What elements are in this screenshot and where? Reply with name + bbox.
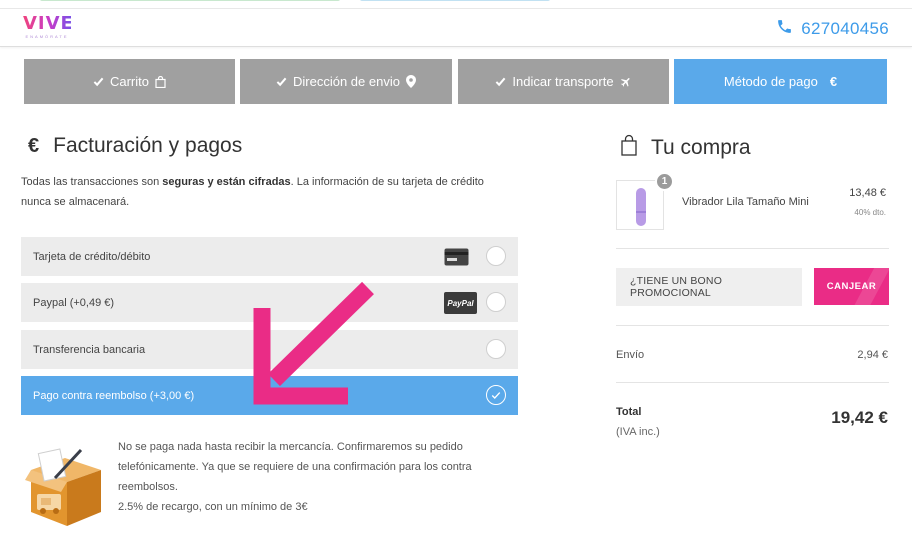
divider	[616, 325, 889, 326]
option-label: Tarjeta de crédito/débito	[33, 250, 151, 263]
intro-bold-text: seguras y están cifradas	[162, 176, 291, 188]
divider	[616, 248, 889, 249]
euro-icon: €	[28, 134, 40, 157]
site-logo[interactable]: VIVE ENAMÓRATE	[23, 13, 74, 43]
product-discount: 40% dto.	[854, 208, 886, 217]
site-header: VIVE ENAMÓRATE 627040456	[0, 9, 912, 47]
shopping-bag-icon	[155, 75, 166, 88]
step-label: Método de pago	[723, 74, 818, 89]
check-icon	[495, 76, 506, 87]
quantity-badge: 1	[655, 172, 674, 191]
total-value: 19,42 €	[831, 408, 888, 427]
product-name[interactable]: Vibrador Lila Tamaño Mini	[682, 196, 809, 208]
total-tax-note: (IVA inc.)	[616, 426, 660, 438]
promo-code-input[interactable]: ¿TIENE UN BONO PROMOCIONAL	[616, 268, 802, 306]
option-label: Transferencia bancaria	[33, 343, 146, 356]
option-label: Paypal (+0,49 €)	[33, 296, 115, 309]
step-label: Carrito	[109, 74, 149, 89]
shipping-label: Envío	[616, 349, 645, 361]
check-circle-icon[interactable]	[486, 385, 506, 405]
logo-subtitle: ENAMÓRATE	[25, 34, 69, 39]
package-box-icon	[25, 448, 101, 526]
payment-option-card[interactable]: Tarjeta de crédito/débito	[21, 237, 518, 276]
shopping-bag-icon	[621, 134, 637, 162]
plane-icon	[620, 76, 632, 88]
check-icon	[93, 76, 104, 87]
option-radio[interactable]	[486, 292, 506, 312]
billing-title: Facturación y pagos	[53, 134, 243, 157]
credit-card-icon	[444, 248, 469, 269]
annotation-arrow-icon	[253, 281, 374, 405]
shipping-value: 2,94 €	[857, 349, 888, 361]
phone-number: 627040456	[801, 19, 889, 38]
paypal-icon: PayPal	[444, 292, 477, 314]
step-shipping-address[interactable]: Dirección de envio	[240, 59, 452, 104]
check-icon	[276, 76, 287, 87]
product-price: 13,48 €	[849, 187, 886, 199]
option-radio[interactable]	[486, 246, 506, 266]
euro-icon: €	[829, 74, 838, 89]
step-payment-method[interactable]: Método de pago €	[674, 59, 887, 104]
option-label: Pago contra reembolso (+3,00 €)	[33, 389, 195, 402]
cod-description: No se paga nada hasta recibir la mercanc…	[118, 437, 488, 517]
map-marker-icon	[405, 75, 416, 88]
option-radio[interactable]	[486, 339, 506, 359]
divider	[616, 382, 889, 383]
intro-text: Todas las transacciones son	[21, 176, 163, 188]
billing-heading: € Facturación y pagos	[28, 134, 242, 158]
phone-icon	[776, 18, 793, 40]
security-notice: Todas las transacciones son seguras y es…	[21, 172, 511, 212]
cod-fee-note: 2.5% de recargo, con un mínimo de 3€	[118, 501, 308, 513]
cart-title: Tu compra	[651, 136, 751, 159]
step-label: Indicar transporte	[512, 74, 614, 89]
logo-text: VIVE	[23, 13, 74, 34]
step-cart[interactable]: Carrito	[24, 59, 235, 104]
redeem-promo-button[interactable]: CANJEAR	[814, 268, 889, 305]
step-label: Dirección de envio	[293, 74, 400, 89]
total-label: Total	[616, 406, 642, 418]
step-transport[interactable]: Indicar transporte	[458, 59, 669, 104]
phone-contact[interactable]: 627040456	[776, 18, 889, 40]
cart-heading: Tu compra	[621, 134, 751, 162]
cod-description-text: No se paga nada hasta recibir la mercanc…	[118, 441, 472, 493]
top-strip	[0, 0, 912, 9]
